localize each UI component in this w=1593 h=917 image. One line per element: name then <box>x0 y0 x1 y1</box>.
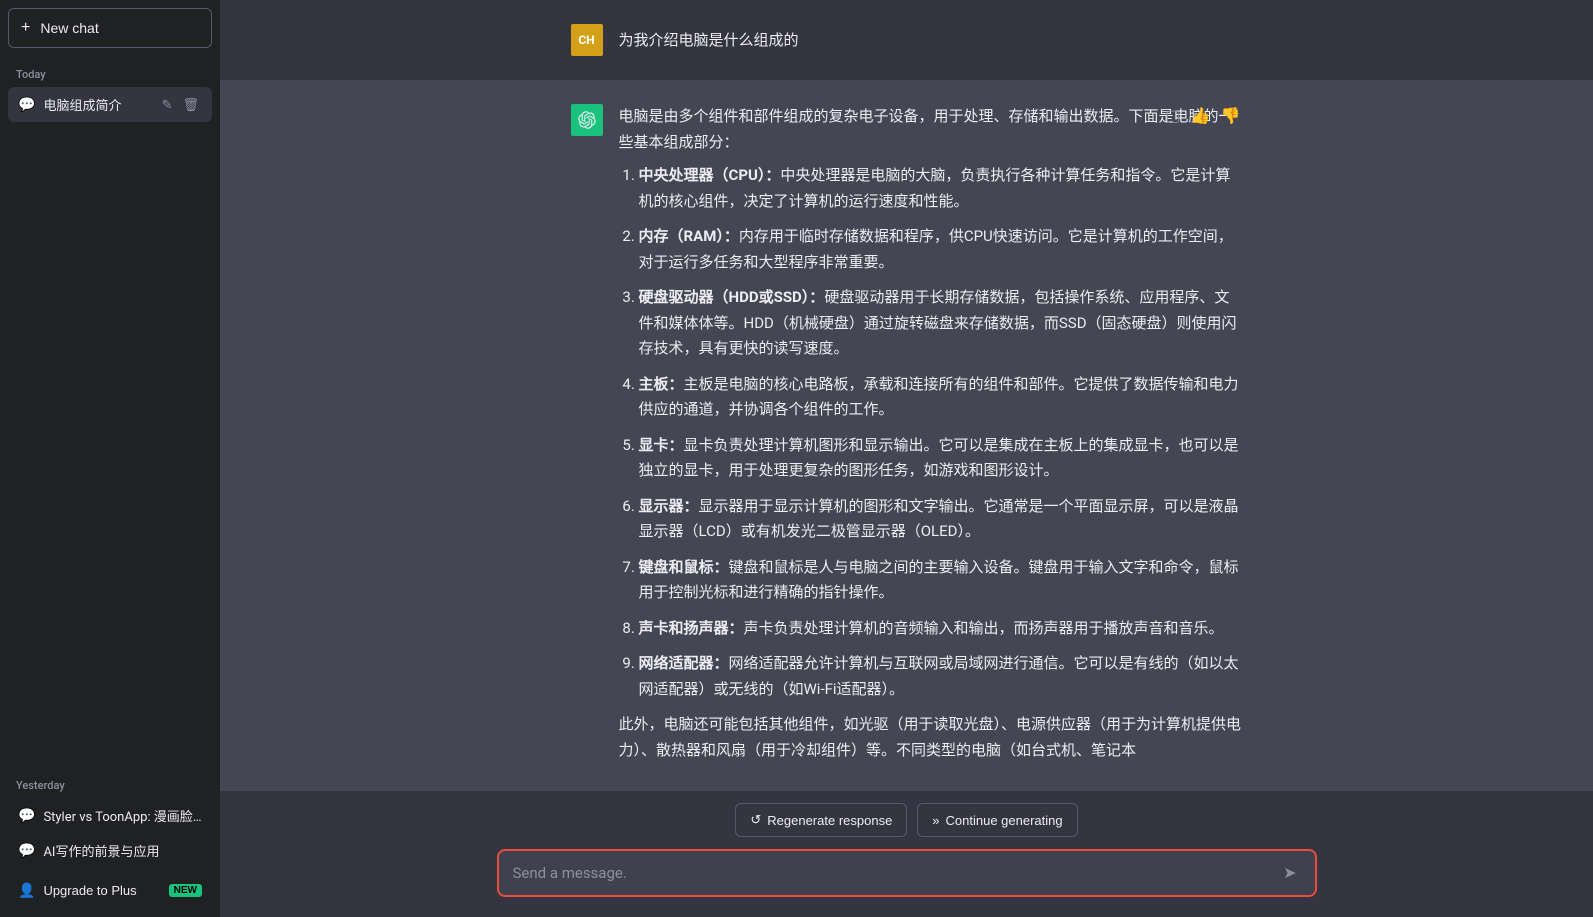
upgrade-label: Upgrade to Plus <box>43 883 136 898</box>
styler-label: Styler vs ToonApp: 漫画脸优差 <box>43 806 202 825</box>
regenerate-button[interactable]: ↺ Regenerate response <box>735 803 907 837</box>
list-item: 硬盘驱动器（HDD或SSD）：硬盘驱动器用于长期存储数据，包括操作系统、应用程序… <box>639 285 1243 362</box>
bottom-area: ↺ Regenerate response » Continue generat… <box>220 791 1593 917</box>
new-badge: NEW <box>169 884 202 897</box>
today-label: Today <box>8 64 212 87</box>
send-icon: ➤ <box>1283 863 1296 883</box>
chat-icon: 💬 <box>18 97 35 113</box>
regenerate-icon: ↺ <box>750 812 761 828</box>
sidebar-item-styler[interactable]: 💬 Styler vs ToonApp: 漫画脸优差 <box>8 798 212 833</box>
continue-label: Continue generating <box>946 813 1063 828</box>
user-avatar: CH <box>571 24 603 56</box>
ai-message-text: 电脑是由多个组件和部件组成的复杂电子设备，用于处理、存储和输出数据。下面是电脑的… <box>619 104 1243 771</box>
plus-icon: + <box>21 19 30 37</box>
user-message-row: CH 为我介绍电脑是什么组成的 <box>220 0 1593 80</box>
new-chat-button[interactable]: + New chat <box>8 8 212 48</box>
chat-item-label: 电脑组成简介 <box>43 95 154 114</box>
chat-area: CH 为我介绍电脑是什么组成的 电脑是由多个组件和部件组成的复杂电子设备，用于处… <box>220 0 1593 791</box>
chat-item-actions: ✎ 🗑 <box>159 96 202 114</box>
yesterday-section: Yesterday 💬 Styler vs ToonApp: 漫画脸优差 💬 A… <box>8 775 212 868</box>
ai-message-actions: ▢ 👍 👎 <box>1164 104 1243 128</box>
yesterday-label: Yesterday <box>8 775 212 798</box>
copy-button[interactable]: ▢ <box>1164 104 1183 128</box>
list-item: 声卡和扬声器：声卡负责处理计算机的音频输入和输出，而扬声器用于播放声音和音乐。 <box>639 616 1243 642</box>
chat-icon-ai: 💬 <box>18 843 35 859</box>
edit-chat-button[interactable]: ✎ <box>159 96 176 114</box>
continue-icon: » <box>932 813 939 828</box>
list-item: 网络适配器：网络适配器允许计算机与互联网或局域网进行通信。它可以是有线的（如以太… <box>639 651 1243 702</box>
list-item: 中央处理器（CPU）：中央处理器是电脑的大脑，负责执行各种计算任务和指令。它是计… <box>639 163 1243 214</box>
ai-writing-label: AI写作的前景与应用 <box>43 841 202 860</box>
sidebar: + New chat Today 💬 电脑组成简介 ✎ 🗑 Yesterday … <box>0 0 220 917</box>
sidebar-item-computer-intro[interactable]: 💬 电脑组成简介 ✎ 🗑 <box>8 87 212 122</box>
regenerate-label: Regenerate response <box>767 813 892 828</box>
list-item: 主板：主板是电脑的核心电路板，承载和连接所有的组件和部件。它提供了数据传输和电力… <box>639 372 1243 423</box>
message-input-row: ➤ <box>497 849 1317 897</box>
new-chat-label: New chat <box>40 20 98 36</box>
person-icon: 👤 <box>18 882 35 899</box>
ai-message-row: 电脑是由多个组件和部件组成的复杂电子设备，用于处理、存储和输出数据。下面是电脑的… <box>220 80 1593 791</box>
ai-footer-text: 此外，电脑还可能包括其他组件，如光驱（用于读取光盘）、电源供应器（用于为计算机提… <box>619 712 1243 763</box>
user-message-text: 为我介绍电脑是什么组成的 <box>619 24 799 52</box>
bottom-buttons: ↺ Regenerate response » Continue generat… <box>735 803 1077 837</box>
send-button[interactable]: ➤ <box>1279 861 1300 885</box>
thumbs-up-button[interactable]: 👍 <box>1189 104 1213 128</box>
user-message-inner: CH 为我介绍电脑是什么组成的 <box>547 24 1267 56</box>
ai-avatar <box>571 104 603 136</box>
list-item: 显示器：显示器用于显示计算机的图形和文字输出。它通常是一个平面显示屏，可以是液晶… <box>639 494 1243 545</box>
sidebar-item-ai-writing[interactable]: 💬 AI写作的前景与应用 <box>8 833 212 868</box>
chat-icon-styler: 💬 <box>18 808 35 824</box>
message-input[interactable] <box>513 864 1280 882</box>
continue-generating-button[interactable]: » Continue generating <box>917 803 1077 837</box>
delete-chat-button[interactable]: 🗑 <box>179 96 202 114</box>
main-content: CH 为我介绍电脑是什么组成的 电脑是由多个组件和部件组成的复杂电子设备，用于处… <box>220 0 1593 917</box>
ai-intro-text: 电脑是由多个组件和部件组成的复杂电子设备，用于处理、存储和输出数据。下面是电脑的… <box>619 104 1243 155</box>
upgrade-to-plus-button[interactable]: 👤 Upgrade to Plus NEW <box>8 872 212 909</box>
list-item: 内存（RAM）：内存用于临时存储数据和程序，供CPU快速访问。它是计算机的工作空… <box>639 224 1243 275</box>
ai-message-inner: 电脑是由多个组件和部件组成的复杂电子设备，用于处理、存储和输出数据。下面是电脑的… <box>547 104 1267 771</box>
list-item: 显卡：显卡负责处理计算机图形和显示输出。它可以是集成在主板上的集成显卡，也可以是… <box>639 433 1243 484</box>
today-section: Today 💬 电脑组成简介 ✎ 🗑 <box>8 64 212 122</box>
list-item: 键盘和鼠标：键盘和鼠标是人与电脑之间的主要输入设备。键盘用于输入文字和命令，鼠标… <box>639 555 1243 606</box>
ai-list: 中央处理器（CPU）：中央处理器是电脑的大脑，负责执行各种计算任务和指令。它是计… <box>619 163 1243 702</box>
thumbs-down-button[interactable]: 👎 <box>1219 104 1243 128</box>
